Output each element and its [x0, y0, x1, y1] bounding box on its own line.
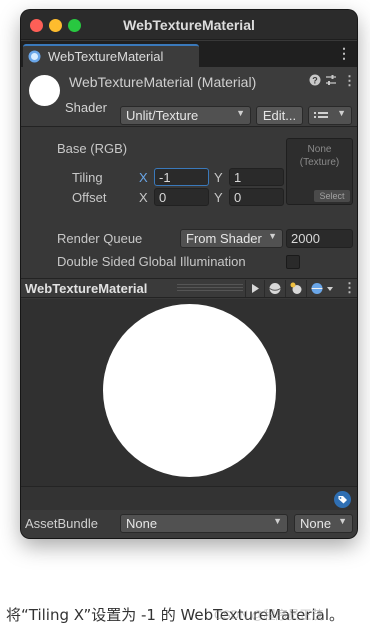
window-title: WebTextureMaterial: [123, 17, 255, 33]
tiling-label: Tiling: [72, 170, 103, 185]
asset-bundle-row: AssetBundle None ▼ None ▼: [21, 510, 357, 538]
tiling-x-axis-label: X: [139, 170, 148, 185]
sphere-icon[interactable]: [264, 280, 284, 297]
material-icon: [28, 50, 41, 63]
preview-sphere: [103, 304, 276, 477]
double-sided-gi-label: Double Sided Global Illumination: [57, 254, 246, 269]
shader-dropdown[interactable]: Unlit/Texture ▼: [120, 106, 251, 125]
chevron-down-icon: ▼: [273, 516, 282, 526]
asset-labels-strip: [21, 486, 357, 510]
title-bar: WebTextureMaterial: [21, 10, 357, 40]
globe-icon[interactable]: [306, 280, 336, 297]
watermark: CSDN @程序员正茂: [214, 608, 324, 622]
double-sided-gi-checkbox[interactable]: [286, 255, 300, 269]
tab-bar: WebTextureMaterial ⋮: [21, 41, 357, 67]
chevron-down-icon: ▼: [338, 516, 347, 526]
svg-text:?: ?: [312, 76, 318, 86]
shader-label: Shader: [65, 100, 107, 115]
texture-select-button[interactable]: Select: [314, 190, 350, 202]
texture-none-label: None: [307, 144, 332, 155]
texture-type-label: (Texture): [299, 157, 340, 168]
shader-options-dropdown[interactable]: ▼: [308, 106, 352, 125]
offset-x-field[interactable]: 0: [154, 188, 209, 206]
preview-title: WebTextureMaterial: [25, 281, 148, 296]
inspector-window: WebTextureMaterial WebTextureMaterial ⋮ …: [21, 10, 357, 538]
asset-bundle-variant-value: None: [300, 516, 332, 531]
material-title: WebTextureMaterial (Material): [69, 74, 257, 90]
offset-y-axis-label: Y: [214, 190, 223, 205]
material-thumbnail: [29, 75, 60, 106]
render-queue-dropdown[interactable]: From Shader ▼: [180, 229, 283, 248]
material-header: WebTextureMaterial (Material) ? ⋮ Shader…: [21, 67, 357, 127]
play-icon[interactable]: [245, 280, 263, 297]
chevron-down-icon: ▼: [337, 108, 346, 118]
tag-icon[interactable]: [334, 491, 351, 508]
material-properties: Base (RGB) Tiling X -1 Y 1 Offset X 0 Y …: [21, 128, 357, 278]
preview-resize-handle[interactable]: [177, 284, 243, 291]
list-icon: [314, 112, 328, 118]
tiling-x-field[interactable]: -1: [154, 168, 209, 186]
render-queue-label: Render Queue: [57, 231, 143, 246]
edit-shader-button[interactable]: Edit...: [256, 106, 303, 125]
asset-bundle-name-dropdown[interactable]: None ▼: [120, 514, 288, 533]
chevron-down-icon: ▼: [236, 108, 245, 118]
chevron-down-icon: ▼: [268, 231, 277, 241]
asset-bundle-variant-dropdown[interactable]: None ▼: [294, 514, 353, 533]
kebab-menu-icon[interactable]: ⋮: [343, 280, 356, 296]
render-queue-field[interactable]: 2000: [286, 229, 353, 248]
kebab-menu-icon[interactable]: ⋮: [343, 73, 356, 89]
material-preview[interactable]: [21, 299, 357, 486]
preview-header: WebTextureMaterial ⋮: [21, 278, 357, 298]
texture-slot[interactable]: None (Texture) Select: [286, 138, 353, 205]
settings-sliders-icon[interactable]: [325, 74, 337, 89]
tab-inspector[interactable]: WebTextureMaterial: [23, 44, 199, 67]
base-texture-label: Base (RGB): [57, 141, 128, 156]
offset-y-field[interactable]: 0: [229, 188, 284, 206]
asset-bundle-label: AssetBundle: [25, 516, 98, 531]
kebab-menu-icon[interactable]: ⋮: [337, 45, 351, 62]
offset-x-axis-label: X: [139, 190, 148, 205]
help-icon[interactable]: ?: [309, 74, 321, 89]
shader-value: Unlit/Texture: [126, 108, 199, 123]
tiling-y-axis-label: Y: [214, 170, 223, 185]
asset-bundle-name-value: None: [126, 516, 158, 531]
offset-label: Offset: [72, 190, 107, 205]
tab-label: WebTextureMaterial: [48, 49, 164, 64]
tiling-y-field[interactable]: 1: [229, 168, 284, 186]
render-queue-mode: From Shader: [186, 231, 262, 246]
light-icon[interactable]: [285, 280, 305, 297]
